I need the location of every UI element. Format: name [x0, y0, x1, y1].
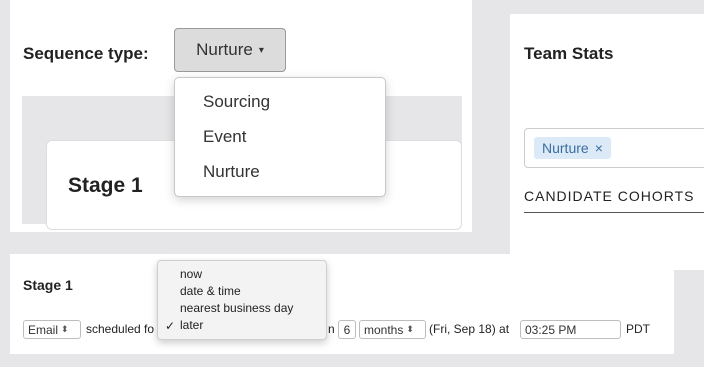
sequence-type-value: Nurture [196, 40, 253, 59]
unit-value: months [364, 322, 404, 337]
timing-menu: now date & time nearest business day lat… [157, 260, 327, 340]
caret-down-icon: ▾ [258, 44, 264, 56]
amount-value: 6 [343, 322, 351, 337]
time-input[interactable]: 03:25 PM [520, 320, 621, 339]
divider [524, 212, 704, 213]
time-value: 03:25 PM [525, 322, 577, 337]
scheduled-text: scheduled fo [86, 322, 155, 336]
candidate-cohorts-label: CANDIDATE COHORTS [524, 188, 695, 204]
tag-chip-label: Nurture [542, 140, 589, 156]
sequence-type-dropdown[interactable]: Nurture ▾ [174, 28, 286, 72]
stage-card-title: Stage 1 [68, 174, 143, 197]
tag-chip-nurture: Nurture × [534, 137, 611, 159]
stage-row-title: Stage 1 [23, 277, 73, 293]
unit-select[interactable]: months ⬍ [359, 320, 426, 339]
partial-text: n [328, 322, 335, 336]
updown-spinner-icon: ⬍ [406, 324, 414, 334]
team-stats-title: Team Stats [524, 44, 614, 63]
updown-spinner-icon: ⬍ [61, 324, 69, 334]
menu-item-nurture[interactable]: Nurture [203, 162, 260, 182]
close-icon[interactable]: × [595, 140, 603, 156]
timezone-label: PDT [626, 322, 650, 336]
checkmark-icon: ✓ [165, 319, 176, 333]
amount-input[interactable]: 6 [338, 320, 356, 339]
timing-item-later[interactable]: later [180, 318, 203, 332]
sequence-type-menu: Sourcing Event Nurture [174, 77, 386, 197]
channel-value: Email [28, 322, 59, 337]
timing-item-nearest-business-day[interactable]: nearest business day [180, 301, 293, 315]
channel-select[interactable]: Email ⬍ [23, 320, 81, 339]
stage-row-panel [10, 254, 674, 354]
date-text: (Fri, Sep 18) at [429, 322, 510, 336]
timing-item-date-time[interactable]: date & time [180, 284, 241, 298]
timing-item-now[interactable]: now [180, 267, 202, 281]
sequence-type-label: Sequence type: [23, 44, 149, 63]
menu-item-sourcing[interactable]: Sourcing [203, 92, 270, 112]
menu-item-event[interactable]: Event [203, 127, 246, 147]
